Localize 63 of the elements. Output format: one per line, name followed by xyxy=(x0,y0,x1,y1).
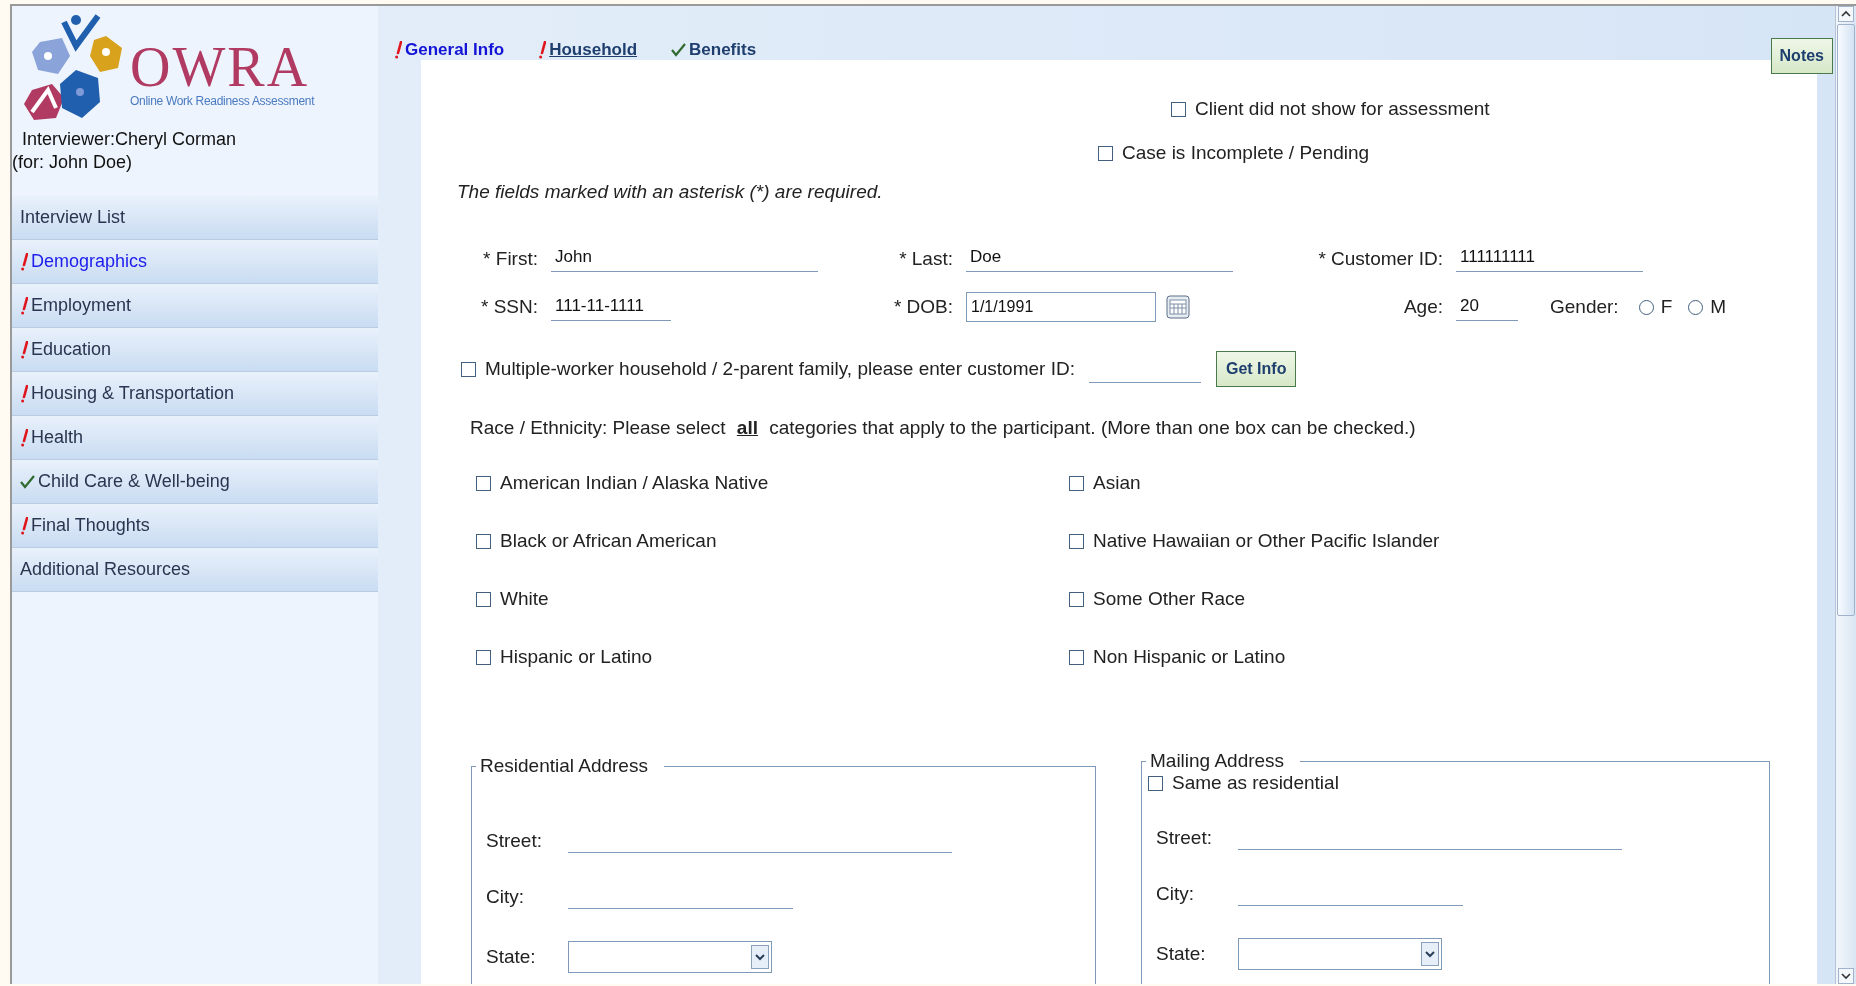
radio-label: F xyxy=(1660,296,1673,318)
input-field[interactable]: John xyxy=(551,245,818,272)
field-label: State: xyxy=(486,946,537,968)
sidebar-item[interactable]: Health xyxy=(12,416,378,460)
field-label: State: xyxy=(1156,943,1207,965)
checkbox-option[interactable]: Same as residential xyxy=(1148,772,1755,794)
checkbox-label: American Indian / Alaska Native xyxy=(500,472,769,494)
sidebar-item[interactable]: Interview List xyxy=(12,196,378,240)
checkbox-label: Native Hawaiian or Other Pacific Islander xyxy=(1093,530,1440,552)
field-label: * Customer ID: xyxy=(1317,247,1443,270)
radio-option[interactable]: F xyxy=(1638,296,1673,318)
radio-option[interactable]: M xyxy=(1688,296,1727,318)
checkbox-option[interactable]: Hispanic or Latino xyxy=(476,646,1069,668)
sidebar-item[interactable]: Demographics xyxy=(12,240,378,284)
checkbox-option[interactable]: White xyxy=(476,588,1069,610)
field-label: Age: xyxy=(1402,296,1443,318)
checkbox-option[interactable]: Black or African American xyxy=(476,530,1069,552)
client-name: (for: John Doe) xyxy=(12,152,134,173)
input-field[interactable]: 111-11-1111 xyxy=(551,293,671,321)
radio-label: M xyxy=(1710,296,1727,318)
logo-text: OWRA xyxy=(130,42,310,92)
checkbox-option[interactable]: American Indian / Alaska Native xyxy=(476,472,1069,494)
field-label: City: xyxy=(1156,883,1195,905)
sidebar-item[interactable]: Housing & Transportation xyxy=(12,372,378,416)
input-field[interactable]: 111111111 xyxy=(1456,245,1643,272)
logo-subtitle: Online Work Readiness Assessment xyxy=(130,94,315,108)
group-title: Mailing Address xyxy=(1149,750,1286,772)
input-field[interactable]: 1/1/1991 xyxy=(966,292,1156,322)
checkbox-label: Black or African American xyxy=(500,530,717,552)
checkbox-label: White xyxy=(500,588,549,610)
field-label: * DOB: xyxy=(892,296,953,318)
field-label: * First: xyxy=(482,247,538,270)
checkbox-label: Some Other Race xyxy=(1093,588,1246,610)
field-label: * Last: xyxy=(898,247,953,270)
checkbox-label: Non Hispanic or Latino xyxy=(1093,646,1286,668)
checkbox-label: Same as residential xyxy=(1172,772,1339,794)
checkbox-label: Hispanic or Latino xyxy=(500,646,653,668)
field-label: Gender: xyxy=(1550,296,1619,318)
sidebar-item[interactable]: Additional Resources xyxy=(12,548,378,592)
checkbox-option[interactable]: Some Other Race xyxy=(1069,588,1817,610)
get-info-button[interactable]: Get Info xyxy=(1215,351,1297,387)
input-field[interactable]: Doe xyxy=(966,245,1233,272)
sidebar-item[interactable]: Employment xyxy=(12,284,378,328)
race-prompt: Race / Ethnicity: Please select all categories that apply to the participant. (More than one box can be checked.) xyxy=(470,417,1417,439)
checkbox-label: Asian xyxy=(1093,472,1141,494)
required-note: The fields marked with an asterisk (*) are required. xyxy=(457,181,884,203)
field-label: City: xyxy=(486,886,525,908)
input-field[interactable]: 20 xyxy=(1456,293,1518,321)
interviewer-name: Interviewer:Cheryl Corman xyxy=(22,129,238,150)
group-title: Residential Address xyxy=(479,755,649,777)
checkbox-option[interactable]: Native Hawaiian or Other Pacific Islander xyxy=(1069,530,1817,552)
field-label: * SSN: xyxy=(479,296,538,318)
checkbox-option[interactable]: Non Hispanic or Latino xyxy=(1069,646,1817,668)
sidebar-item[interactable]: Final Thoughts xyxy=(12,504,378,548)
sidebar-item[interactable]: Education xyxy=(12,328,378,372)
tab[interactable]: General Info xyxy=(394,40,505,60)
notes-button[interactable]: Notes xyxy=(1770,38,1833,74)
checkbox-option[interactable]: Asian xyxy=(1069,472,1817,494)
tab[interactable]: Benefits xyxy=(671,40,757,60)
sidebar-item[interactable]: Child Care & Well-being xyxy=(12,460,378,504)
field-label: Street: xyxy=(1156,827,1213,849)
field-label: Street: xyxy=(486,830,543,852)
tab[interactable]: Household xyxy=(538,40,638,60)
